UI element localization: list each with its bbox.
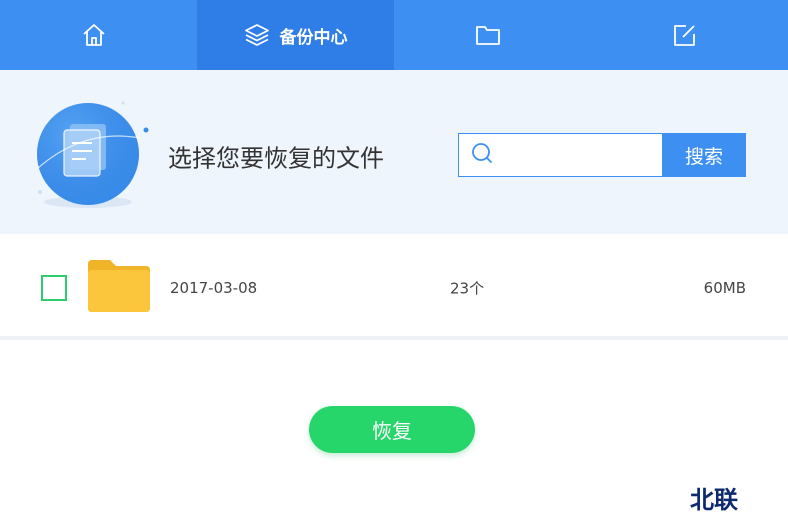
tab-backup-center[interactable]: 备份中心 (197, 0, 394, 70)
header-panel: 选择您要恢复的文件 搜索 (0, 70, 788, 234)
search-bar: 搜索 (458, 133, 746, 177)
folder-icon (475, 23, 501, 47)
tab-backup-center-label: 备份中心 (279, 27, 348, 48)
tab-edit[interactable] (591, 0, 788, 70)
document-restore-icon (24, 98, 152, 214)
file-count: 23个 (450, 279, 485, 298)
home-icon (81, 22, 107, 48)
layers-icon (244, 22, 270, 48)
search-button[interactable]: 搜索 (662, 133, 746, 177)
restore-button[interactable]: 恢复 (309, 406, 475, 453)
file-row[interactable]: 2017-03-08 23个 60MB (0, 236, 788, 340)
folder-icon-large (88, 260, 150, 312)
watermark-logo: 北联 (640, 474, 788, 520)
tab-home[interactable] (0, 0, 197, 70)
file-select-checkbox[interactable] (41, 275, 67, 301)
edit-icon (672, 22, 698, 48)
top-nav: 备份中心 (0, 0, 788, 70)
search-field[interactable] (458, 133, 695, 177)
file-size: 60MB (703, 279, 746, 297)
search-icon (471, 142, 493, 168)
page-title: 选择您要恢复的文件 (168, 144, 384, 173)
tab-folder[interactable] (394, 0, 591, 70)
file-date: 2017-03-08 (170, 279, 258, 297)
